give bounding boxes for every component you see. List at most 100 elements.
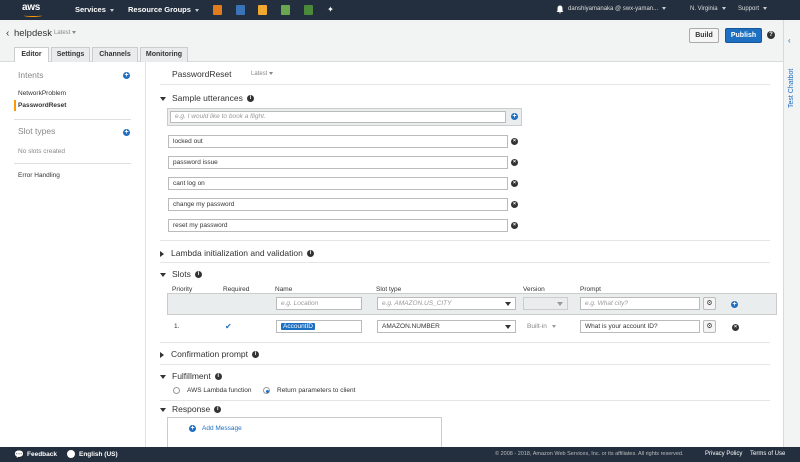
service-shortcut-icon[interactable] (213, 5, 222, 15)
section-response[interactable]: Response i (160, 404, 222, 414)
remove-utterance-icon[interactable]: × (511, 138, 518, 145)
section-fulfillment[interactable]: Fulfillment i (160, 371, 222, 381)
tab-settings[interactable]: Settings (51, 47, 90, 62)
tab-monitoring[interactable]: Monitoring (140, 47, 188, 62)
utterance-input[interactable]: cant log on (168, 177, 508, 190)
aws-logo-smile (24, 14, 42, 17)
intent-version-dropdown[interactable]: Latest (251, 71, 274, 77)
feedback-icon[interactable]: 💬 (14, 450, 24, 459)
intents-heading: Intents (18, 70, 44, 80)
build-button[interactable]: Build (689, 28, 719, 43)
chevron-down-icon (505, 302, 511, 306)
info-icon[interactable]: i (214, 406, 222, 414)
remove-utterance-icon[interactable]: × (511, 201, 518, 208)
bot-version-dropdown[interactable]: Latest (54, 30, 77, 36)
storage-shortcut-icon[interactable] (304, 5, 313, 15)
services-menu[interactable]: Services (75, 5, 114, 14)
aws-logo[interactable]: aws (22, 2, 40, 13)
utterance-input[interactable]: change my password (168, 198, 508, 211)
chevron-down-icon (763, 6, 768, 10)
utterance-input[interactable]: locked out (168, 135, 508, 148)
add-message-link[interactable]: Add Message (202, 425, 242, 432)
utterance-input[interactable]: password issue (168, 156, 508, 169)
terms-of-use-link[interactable]: Terms of Use (750, 451, 785, 457)
new-slot-prompt-input[interactable]: e.g. What city? (580, 297, 700, 310)
divider (160, 400, 770, 401)
section-slots[interactable]: Slots i (160, 269, 202, 279)
remove-utterance-icon[interactable]: × (511, 222, 518, 229)
pin-icon[interactable]: ✦ (326, 5, 335, 15)
region-menu[interactable]: N. Virginia (690, 6, 726, 12)
slot-version-select[interactable]: Built-in (527, 323, 556, 330)
new-slot-type-select[interactable]: e.g. AMAZON.US_CITY (377, 297, 516, 310)
bell-icon[interactable] (556, 5, 564, 14)
feedback-link[interactable]: Feedback (27, 451, 57, 458)
new-utterance-input[interactable]: e.g. I would like to book a flight. (170, 111, 506, 123)
fulfillment-lambda-radio[interactable] (173, 387, 180, 394)
divider (160, 342, 770, 343)
remove-utterance-icon[interactable]: × (511, 159, 518, 166)
gear-icon[interactable]: ⚙ (703, 297, 716, 310)
tab-channels[interactable]: Channels (92, 47, 138, 62)
sidebar: Intents + NetworkProblem PasswordReset S… (0, 62, 146, 447)
slot-name-input[interactable]: AccountID (276, 320, 362, 333)
support-menu[interactable]: Support (738, 6, 768, 12)
remove-utterance-icon[interactable]: × (511, 180, 518, 187)
intent-editor: PasswordReset Latest Sample utterances i … (147, 62, 783, 447)
info-icon[interactable]: i (246, 95, 254, 103)
fulfillment-lambda-label[interactable]: AWS Lambda function (187, 387, 251, 394)
chevron-left-icon[interactable]: ‹ (788, 36, 791, 45)
info-icon[interactable]: i (306, 250, 314, 258)
sidebar-item-passwordreset[interactable]: PasswordReset (18, 102, 66, 109)
divider (160, 364, 770, 365)
globe-icon[interactable] (67, 450, 75, 458)
tab-editor[interactable]: Editor (14, 47, 49, 63)
chevron-down-icon (662, 6, 667, 10)
intent-title: PasswordReset (172, 69, 232, 79)
slot-prompt-input[interactable]: What is your account ID? (580, 320, 700, 333)
fulfillment-return-params-label[interactable]: Return parameters to client (277, 387, 355, 394)
remove-slot-icon[interactable]: × (732, 324, 739, 331)
lex-shortcut-icon[interactable] (258, 5, 267, 15)
gear-icon[interactable]: ⚙ (703, 320, 716, 333)
language-selector[interactable]: English (US) (79, 451, 118, 458)
add-slot-type-icon[interactable]: + (123, 129, 130, 136)
fulfillment-return-params-radio[interactable] (263, 387, 270, 394)
info-icon[interactable]: i (252, 351, 260, 359)
add-slot-icon[interactable]: + (731, 301, 738, 308)
slot-type-select[interactable]: AMAZON.NUMBER (377, 320, 516, 333)
section-confirmation-prompt[interactable]: Confirmation prompt i (160, 349, 260, 359)
info-icon[interactable]: i (194, 271, 202, 279)
chevron-down-icon (269, 71, 274, 75)
column-header-version: Version (523, 286, 545, 293)
bot-name[interactable]: helpdesk (14, 28, 52, 39)
chevron-down-icon (72, 30, 77, 34)
new-slot-version-select (523, 297, 568, 310)
add-message-icon[interactable]: + (189, 425, 196, 432)
sidebar-item-networkproblem[interactable]: NetworkProblem (18, 90, 66, 97)
database-shortcut-icon[interactable] (236, 5, 245, 15)
section-sample-utterances[interactable]: Sample utterances i (160, 93, 254, 103)
section-lambda[interactable]: Lambda initialization and validation i (160, 248, 314, 258)
back-arrow-icon[interactable]: ‹ (6, 28, 9, 39)
add-intent-icon[interactable]: + (123, 72, 130, 79)
resource-groups-menu[interactable]: Resource Groups (128, 5, 199, 14)
privacy-policy-link[interactable]: Privacy Policy (705, 451, 742, 457)
info-icon[interactable]: i (214, 373, 222, 381)
test-chatbot-panel[interactable]: ‹ Test Chatbot (783, 20, 800, 447)
add-utterance-icon[interactable]: + (511, 113, 518, 120)
slot-required-checkbox[interactable]: ✔ (225, 322, 232, 331)
sidebar-item-error-handling[interactable]: Error Handling (18, 172, 60, 179)
utterance-input[interactable]: reset my password (168, 219, 508, 232)
user-account-menu[interactable]: danshiyamanaka @ swx-yaman... (568, 6, 667, 12)
new-slot-name-input[interactable]: e.g. Location (276, 297, 362, 310)
publish-button[interactable]: Publish (725, 28, 762, 43)
footer: 💬 Feedback English (US) © 2008 - 2018, A… (0, 447, 800, 462)
help-icon[interactable]: ? (767, 31, 775, 39)
chevron-down-icon (557, 302, 563, 306)
test-chatbot-label[interactable]: Test Chatbot (788, 69, 795, 108)
response-box (167, 417, 442, 447)
slot-types-heading: Slot types (18, 126, 56, 136)
network-shortcut-icon[interactable] (281, 5, 290, 15)
caret-right-icon (160, 351, 164, 358)
